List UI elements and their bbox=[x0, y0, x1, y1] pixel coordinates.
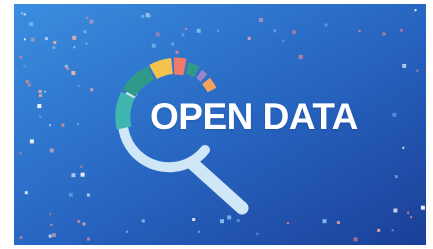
data-dot bbox=[181, 33, 185, 37]
data-dot bbox=[83, 30, 87, 34]
data-dot bbox=[358, 29, 361, 32]
data-dot bbox=[66, 67, 70, 71]
data-dot bbox=[217, 29, 219, 32]
banner-title: OPEN DATA bbox=[150, 96, 358, 137]
data-dot bbox=[21, 12, 24, 15]
data-dot bbox=[292, 30, 297, 35]
data-dot bbox=[89, 19, 94, 24]
data-dot bbox=[44, 37, 48, 41]
data-dot bbox=[29, 22, 34, 27]
data-dot bbox=[37, 104, 42, 109]
data-dot bbox=[155, 32, 160, 37]
data-dot bbox=[82, 222, 86, 226]
data-dot bbox=[414, 9, 417, 12]
open-data-banner: OPEN DATA bbox=[0, 0, 433, 249]
data-dot bbox=[400, 28, 403, 32]
data-dot bbox=[87, 237, 90, 241]
data-dot bbox=[71, 71, 76, 75]
data-dot bbox=[24, 191, 28, 195]
data-dot bbox=[48, 234, 52, 238]
data-dot bbox=[197, 230, 200, 233]
data-dot bbox=[298, 54, 303, 59]
data-dot bbox=[402, 63, 407, 68]
data-dot bbox=[147, 14, 151, 18]
data-dot bbox=[141, 219, 145, 223]
data-dot bbox=[256, 232, 259, 235]
data-dot bbox=[324, 23, 328, 27]
data-dot bbox=[77, 123, 79, 126]
data-dot bbox=[227, 215, 232, 220]
chart-segment-teal bbox=[115, 91, 135, 130]
data-dot bbox=[336, 221, 340, 225]
data-dot bbox=[49, 124, 51, 127]
data-dot bbox=[286, 222, 289, 225]
data-dot bbox=[68, 192, 73, 197]
data-dot bbox=[19, 152, 22, 155]
chart-segment-red bbox=[173, 57, 187, 76]
data-dot bbox=[192, 218, 196, 221]
data-dot bbox=[52, 46, 56, 49]
data-dot bbox=[44, 90, 46, 93]
data-dot bbox=[80, 172, 85, 177]
data-dot bbox=[30, 37, 35, 42]
data-dot bbox=[71, 173, 76, 178]
data-dot bbox=[23, 13, 26, 16]
data-dot bbox=[25, 80, 29, 84]
chart-segment-orange bbox=[202, 77, 217, 93]
data-dot bbox=[39, 115, 42, 118]
data-dot bbox=[19, 55, 23, 59]
data-dot bbox=[126, 230, 128, 233]
data-dot bbox=[73, 46, 76, 49]
data-dot bbox=[85, 42, 88, 45]
data-dot bbox=[19, 236, 23, 239]
data-dot bbox=[49, 213, 52, 216]
data-dot bbox=[151, 43, 156, 48]
data-dot bbox=[86, 193, 90, 197]
data-dot bbox=[90, 88, 94, 92]
chart-segment-purple bbox=[196, 69, 208, 82]
data-dot bbox=[282, 39, 285, 42]
data-dot bbox=[393, 208, 398, 213]
data-dot bbox=[353, 237, 358, 242]
data-dot bbox=[407, 211, 410, 214]
data-dot bbox=[23, 38, 26, 41]
data-dot bbox=[53, 41, 57, 44]
data-dot bbox=[196, 28, 201, 33]
data-dot bbox=[382, 32, 386, 36]
data-dot bbox=[175, 50, 179, 54]
data-dot bbox=[23, 65, 26, 68]
data-dot bbox=[77, 220, 81, 223]
data-dot bbox=[394, 175, 398, 179]
data-dot bbox=[27, 83, 31, 87]
data-dot bbox=[77, 84, 80, 87]
chart-segment-darkgreen bbox=[185, 62, 200, 78]
data-dot bbox=[402, 146, 405, 149]
data-dot bbox=[377, 228, 381, 232]
data-dot bbox=[416, 69, 419, 72]
data-dot bbox=[420, 205, 425, 210]
data-dot bbox=[220, 219, 224, 224]
data-dot bbox=[171, 42, 175, 46]
data-dot bbox=[247, 36, 251, 40]
data-dot bbox=[72, 35, 77, 40]
data-dot bbox=[86, 16, 89, 19]
data-dot bbox=[38, 90, 42, 93]
data-dot bbox=[51, 233, 56, 238]
data-dot bbox=[322, 219, 327, 224]
data-dot bbox=[141, 14, 145, 18]
data-dot bbox=[392, 112, 397, 117]
data-dot bbox=[50, 223, 53, 226]
data-dot bbox=[61, 123, 65, 127]
data-dot bbox=[391, 229, 394, 232]
chart-segment-yellow bbox=[149, 58, 174, 80]
data-dot bbox=[259, 18, 263, 23]
data-dot bbox=[184, 28, 187, 31]
data-dot bbox=[236, 219, 240, 223]
data-dot bbox=[49, 148, 54, 153]
data-dot bbox=[29, 139, 34, 144]
data-dot bbox=[39, 94, 42, 97]
data-dot bbox=[80, 165, 83, 168]
data-dot bbox=[273, 29, 277, 33]
data-dot bbox=[410, 216, 413, 219]
